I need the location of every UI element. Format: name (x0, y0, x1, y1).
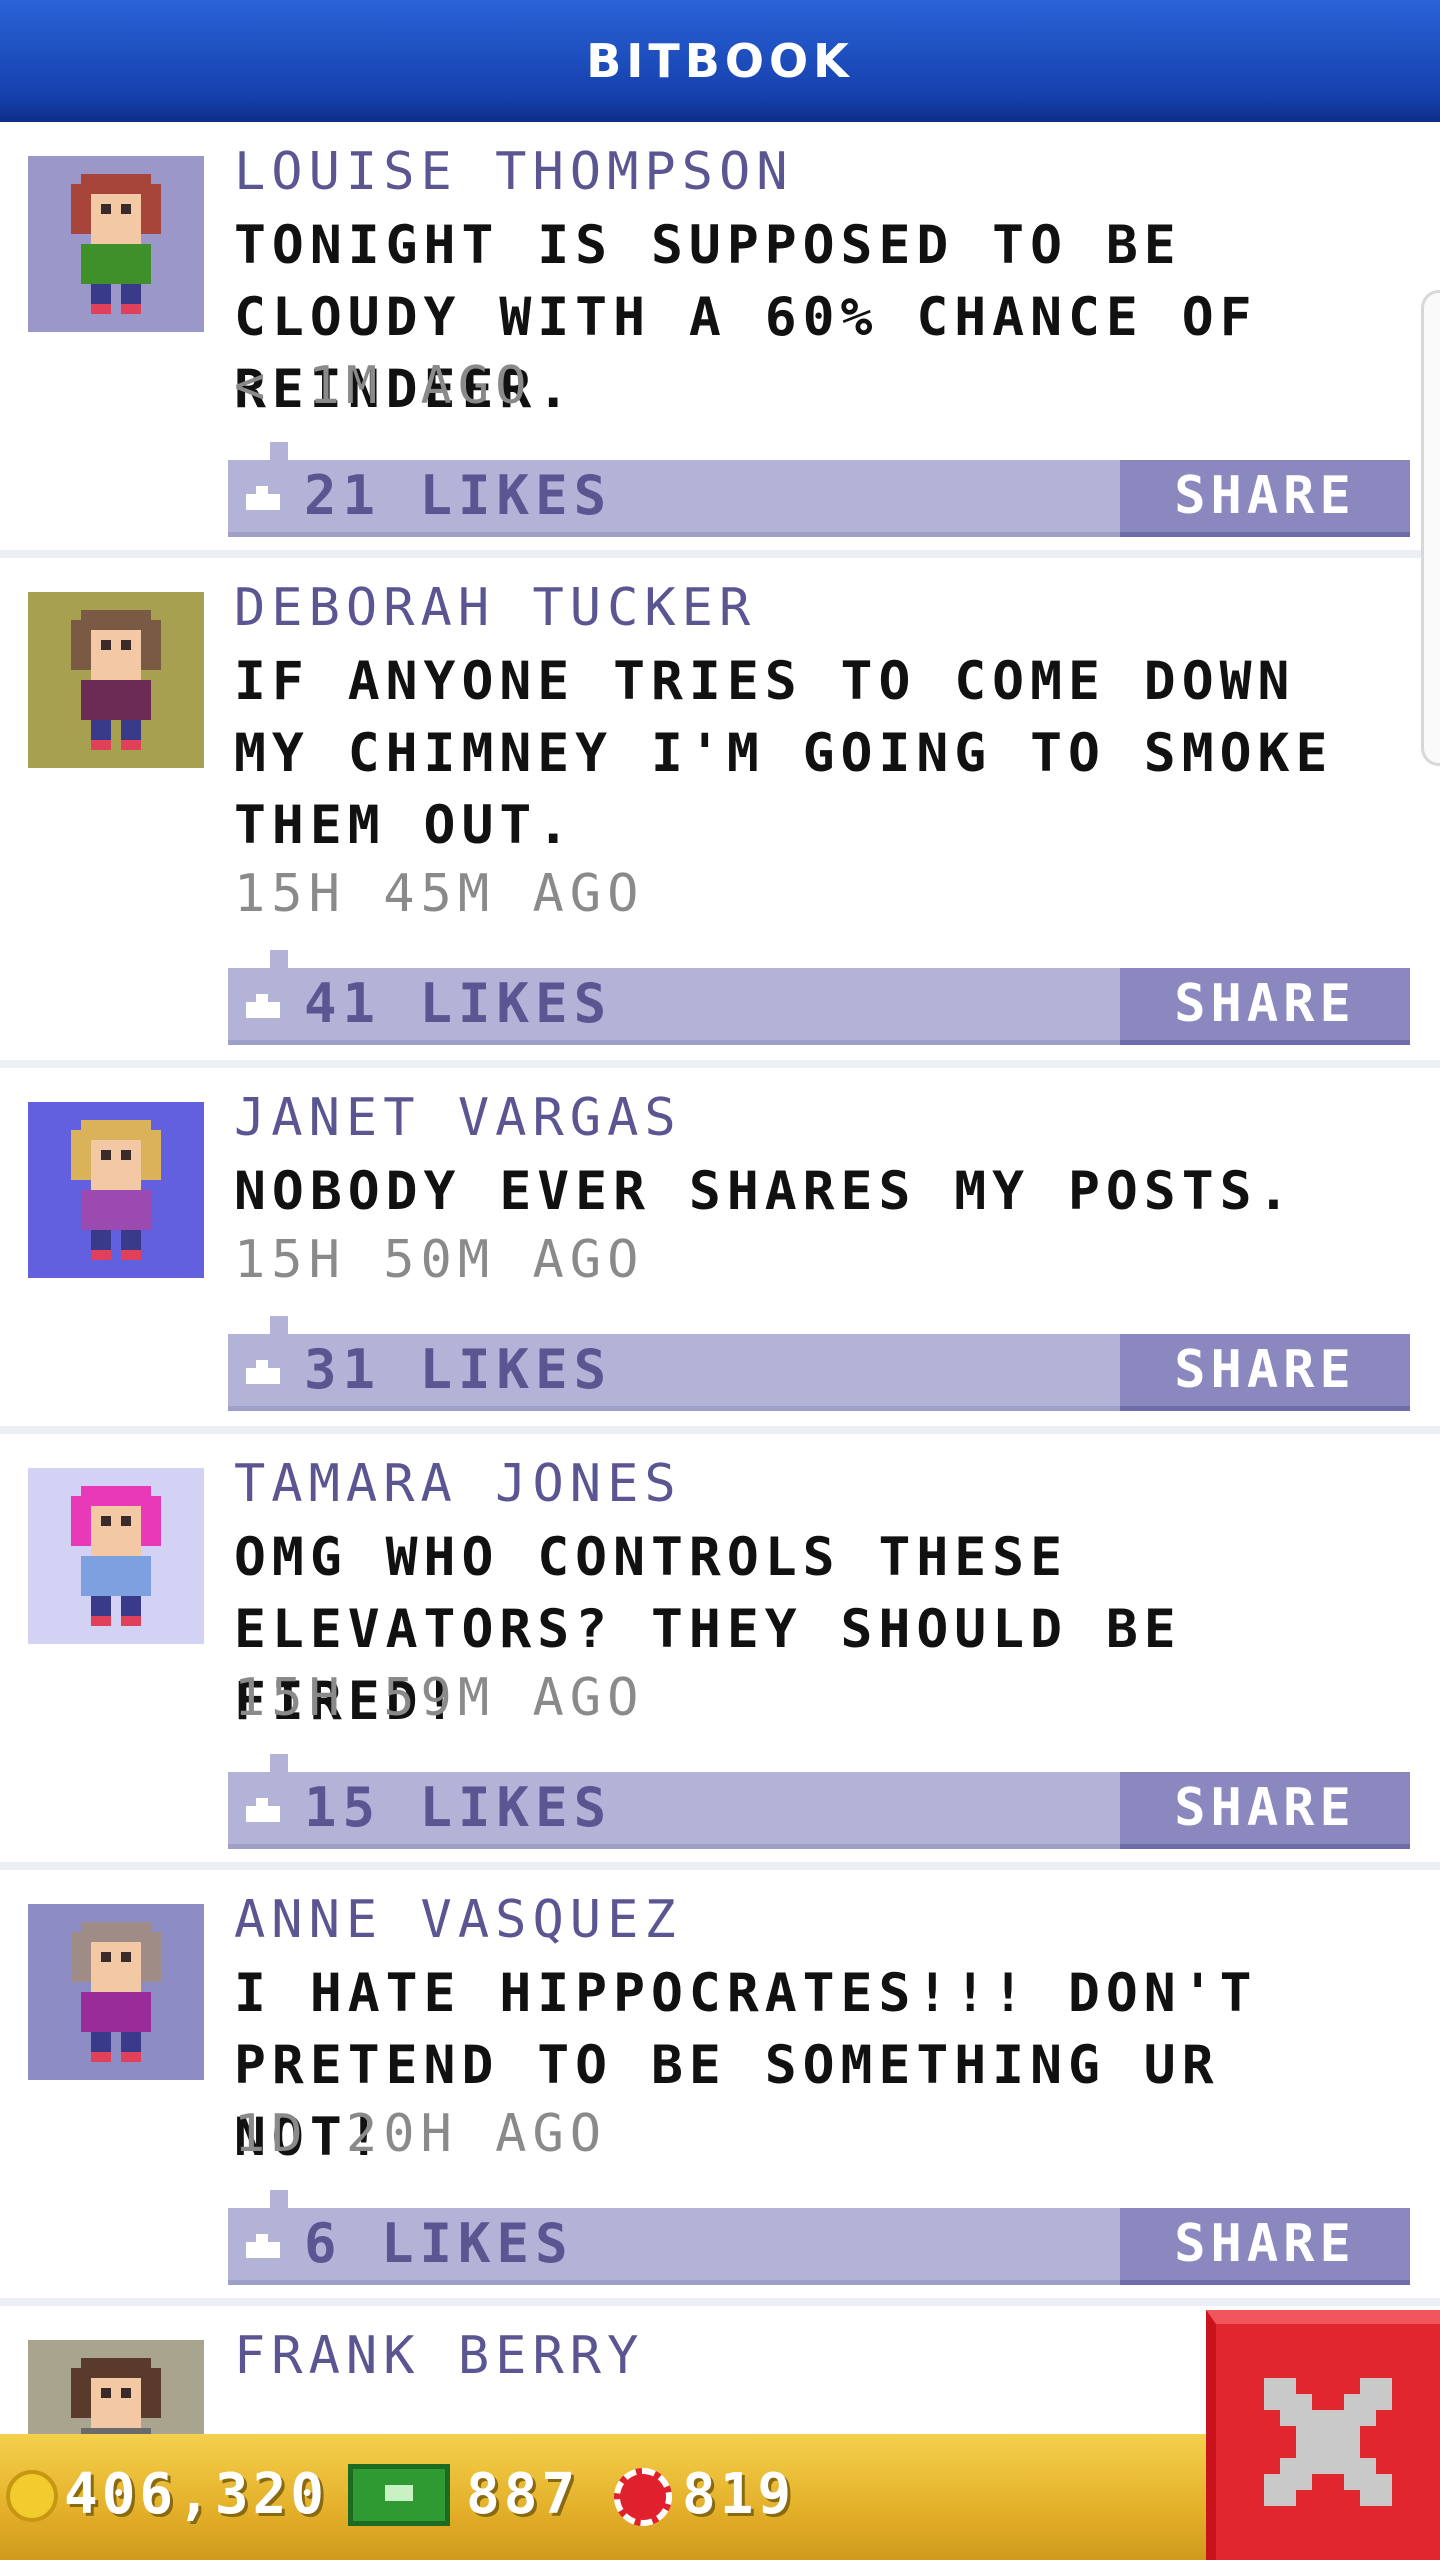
like-count: 21 LIKES (304, 464, 613, 527)
bux-count: 887 (466, 2462, 580, 2527)
share-button[interactable]: SHARE (1120, 2208, 1410, 2285)
chip-icon (614, 2468, 672, 2526)
like-count: 41 LIKES (304, 972, 613, 1035)
post-message: IF ANYONE TRIES TO COME DOWN MY CHIMNEY … (234, 651, 1334, 856)
thumbs-up-icon (246, 2234, 280, 2258)
thumbs-up-icon (246, 1360, 280, 1384)
like-count: 31 LIKES (304, 1338, 613, 1401)
person-avatar-icon (71, 1486, 161, 1626)
avatar (28, 1468, 204, 1644)
thumbs-up-icon (246, 994, 280, 1018)
post-card: LOUISE THOMPSON TONIGHT IS SUPPOSED TO B… (0, 122, 1440, 558)
share-button[interactable]: SHARE (1120, 968, 1410, 1045)
poster-name: ANNE VASQUEZ (234, 1890, 682, 1950)
bux-icon (348, 2464, 450, 2526)
like-bar[interactable]: 21 LIKES SHARE (228, 442, 1410, 537)
share-button[interactable]: SHARE (1120, 1772, 1410, 1849)
like-count: 15 LIKES (304, 1776, 613, 1839)
poster-name: LOUISE THOMPSON (234, 142, 794, 202)
like-bar[interactable]: 6 LIKES SHARE (228, 2190, 1410, 2285)
post-time: 15H 50M AGO (234, 1230, 645, 1290)
thumbs-up-icon (246, 486, 280, 510)
like-bar-notch (270, 442, 288, 460)
app-title: BITBOOK (586, 34, 854, 88)
avatar (28, 592, 204, 768)
post-time: < 1M AGO (234, 356, 533, 416)
poster-name: TAMARA JONES (234, 1454, 682, 1514)
post-time: 1D 20H AGO (234, 2104, 608, 2164)
close-button[interactable] (1206, 2310, 1440, 2560)
poster-name: FRANK BERRY (234, 2326, 645, 2386)
post-card: TAMARA JONES OMG WHO CONTROLS THESE ELEV… (0, 1434, 1440, 1870)
person-avatar-icon (71, 610, 161, 750)
scroll-indicator[interactable] (1421, 290, 1440, 766)
thumbs-up-icon (246, 1798, 280, 1822)
like-bar-notch (270, 2190, 288, 2208)
post-message: NOBODY EVER SHARES MY POSTS. (234, 1161, 1296, 1222)
share-button[interactable]: SHARE (1120, 460, 1410, 537)
poster-name: JANET VARGAS (234, 1088, 682, 1148)
like-bar-notch (270, 1316, 288, 1334)
post-card: JANET VARGAS NOBODY EVER SHARES MY POSTS… (0, 1068, 1440, 1434)
avatar (28, 156, 204, 332)
post-time: 15H 59M AGO (234, 1668, 645, 1728)
person-avatar-icon (71, 174, 161, 314)
like-count: 6 LIKES (304, 2212, 574, 2275)
chip-count: 819 (682, 2462, 796, 2527)
post-card: ANNE VASQUEZ I HATE HIPPOCRATES!!! DON'T… (0, 1870, 1440, 2306)
bitbook-feed[interactable]: LOUISE THOMPSON TONIGHT IS SUPPOSED TO B… (0, 122, 1440, 2516)
like-bar-notch (270, 1754, 288, 1772)
post-card: DEBORAH TUCKER IF ANYONE TRIES TO COME D… (0, 558, 1440, 1068)
like-bar[interactable]: 41 LIKES SHARE (228, 950, 1410, 1045)
like-bar-notch (270, 950, 288, 968)
coin-icon (6, 2470, 58, 2522)
app-header: BITBOOK (0, 0, 1440, 122)
poster-name: DEBORAH TUCKER (234, 578, 757, 638)
avatar (28, 1904, 204, 2080)
person-avatar-icon (71, 1120, 161, 1260)
post-time: 15H 45M AGO (234, 864, 645, 924)
avatar (28, 1102, 204, 1278)
like-bar[interactable]: 31 LIKES SHARE (228, 1316, 1410, 1411)
close-icon (1264, 2378, 1392, 2506)
like-bar[interactable]: 15 LIKES SHARE (228, 1754, 1410, 1849)
coin-count: 406,320 (64, 2462, 329, 2527)
person-avatar-icon (71, 1922, 161, 2062)
share-button[interactable]: SHARE (1120, 1334, 1410, 1411)
